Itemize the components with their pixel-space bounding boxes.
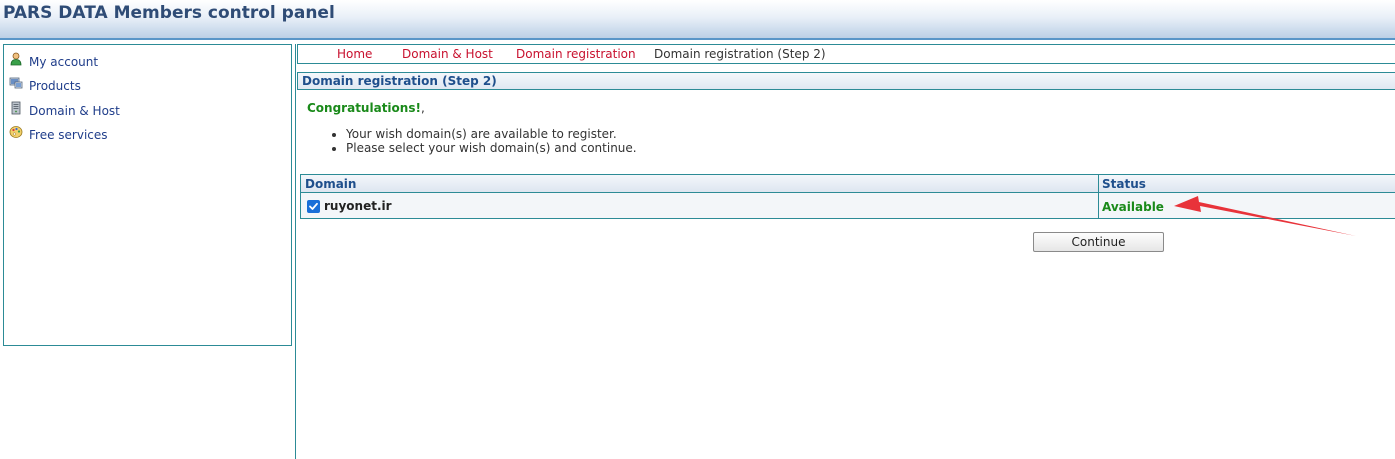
sidebar-item-products[interactable]: Products [9,77,81,95]
page-title: PARS DATA Members control panel [3,3,335,23]
breadcrumb: Home Domain & Host Domain registration D… [297,44,1395,64]
congrats-text: Congratulations! [307,101,421,115]
domain-checkbox[interactable] [307,200,320,213]
domain-table: Domain Status ruyonet.ir Available [300,174,1395,219]
user-icon [9,52,23,66]
status-badge: Available [1102,200,1164,214]
server-icon [9,101,23,115]
content-divider [295,44,296,459]
congrats-message: Congratulations!, [307,101,425,115]
table-row: ruyonet.ir Available [301,193,1395,218]
column-header-status: Status [1102,177,1146,191]
breadcrumb-domain-registration[interactable]: Domain registration [516,47,636,61]
domain-name: ruyonet.ir [324,199,392,213]
sidebar-item-my-account[interactable]: My account [9,52,99,71]
sidebar-item-domain-host[interactable]: Domain & Host [9,101,120,120]
page-header: PARS DATA Members control panel [0,0,1395,40]
column-divider [1098,175,1099,218]
continue-button[interactable]: Continue [1033,232,1164,252]
list-item: Please select your wish domain(s) and co… [346,141,637,155]
sidebar-item-label: My account [29,55,99,69]
info-list: Your wish domain(s) are available to reg… [328,127,637,155]
section-title: Domain registration (Step 2) [302,74,497,88]
breadcrumb-domain-host[interactable]: Domain & Host [402,47,493,61]
sidebar: My account Products Domain & Host Free s… [3,44,292,346]
congrats-suffix: , [420,101,425,115]
section-header: Domain registration (Step 2) [297,72,1395,90]
products-icon [9,76,23,90]
list-item: Your wish domain(s) are available to reg… [346,127,637,141]
sidebar-item-free-services[interactable]: Free services [9,126,108,144]
sidebar-item-label: Domain & Host [29,104,120,118]
sidebar-item-label: Free services [29,128,108,142]
palette-icon [9,125,23,139]
sidebar-item-label: Products [29,79,81,93]
table-header-row: Domain Status [301,175,1395,193]
checkmark-icon [309,202,318,210]
column-header-domain: Domain [305,177,357,191]
breadcrumb-home[interactable]: Home [337,47,372,61]
breadcrumb-current: Domain registration (Step 2) [654,47,826,61]
